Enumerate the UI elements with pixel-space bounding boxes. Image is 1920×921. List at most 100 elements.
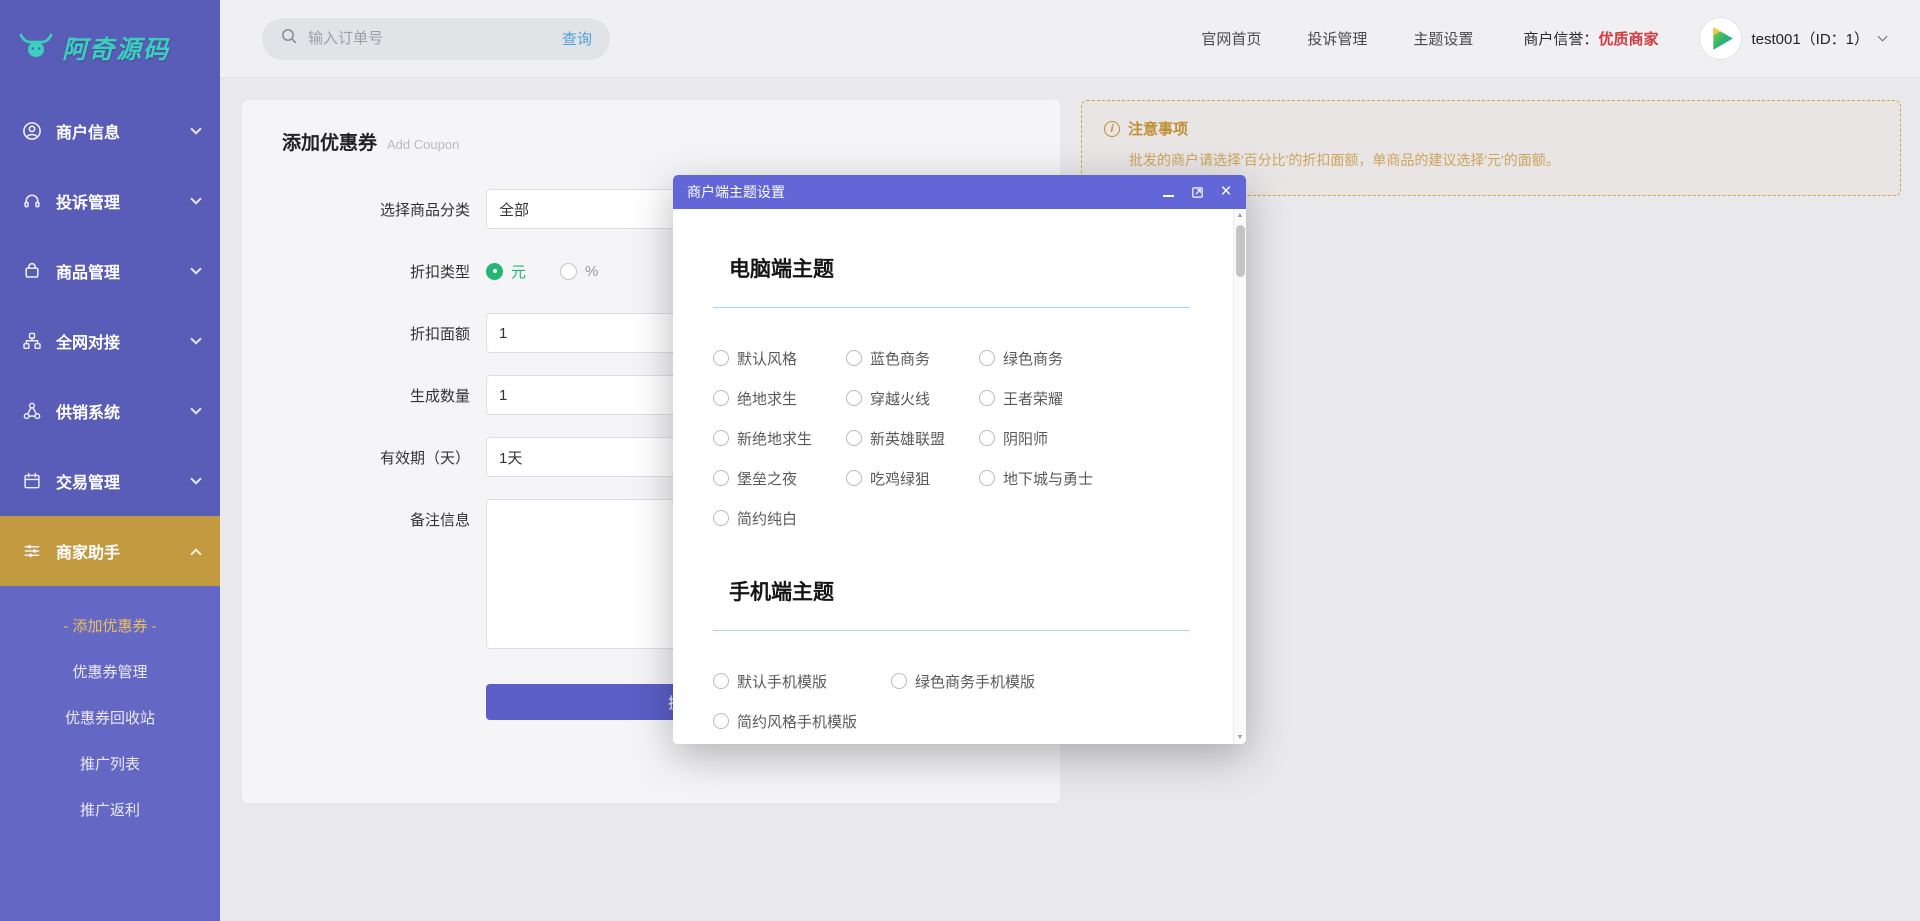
radio-icon <box>979 430 995 446</box>
radio-percent-icon[interactable] <box>560 263 577 280</box>
radio-yuan-icon[interactable] <box>486 263 503 280</box>
sidebar-item-merchant-info[interactable]: 商户信息 <box>0 96 220 166</box>
topnav-complaints-link[interactable]: 投诉管理 <box>1307 28 1367 49</box>
logo-text: 阿奇源码 <box>62 30 170 66</box>
count-label: 生成数量 <box>282 385 486 406</box>
scroll-down-icon[interactable]: ▼ <box>1234 731 1246 744</box>
sidebar-item-complaints[interactable]: 投诉管理 <box>0 166 220 236</box>
theme-radio-option[interactable]: 新绝地求生 <box>713 428 812 448</box>
modal-title: 商户端主题设置 <box>687 182 785 202</box>
modal-body: 电脑端主题 默认风格 蓝色商务 绿色商务 绝地求生 穿越火线 王者荣耀 <box>673 209 1246 744</box>
radio-icon <box>713 713 729 729</box>
topnav-theme-settings-link[interactable]: 主题设置 <box>1413 28 1473 49</box>
theme-radio-label: 简约纯白 <box>737 508 797 529</box>
theme-radio-label: 绝地求生 <box>737 388 797 409</box>
theme-radio-option[interactable]: 新英雄联盟 <box>846 428 945 448</box>
theme-radio-option[interactable]: 绝地求生 <box>713 388 812 408</box>
sidebar-item-network[interactable]: 全网对接 <box>0 306 220 376</box>
sidebar-item-products[interactable]: 商品管理 <box>0 236 220 306</box>
theme-radio-option[interactable]: 绿色商务 <box>979 348 1093 368</box>
bag-icon <box>22 261 42 281</box>
close-icon: × <box>1220 182 1231 201</box>
radio-icon <box>713 510 729 526</box>
submenu-item-coupon-recycle[interactable]: 优惠券回收站 <box>0 696 220 742</box>
bull-logo-icon <box>18 32 54 65</box>
sidebar-item-label: 商家助手 <box>56 539 120 563</box>
theme-radio-label: 堡垒之夜 <box>737 468 797 489</box>
section-divider <box>713 630 1190 631</box>
pc-theme-heading: 电脑端主题 <box>729 253 1190 283</box>
sidebar-item-label: 商户信息 <box>56 119 120 143</box>
modal-scrollbar[interactable]: ▲ ▼ <box>1233 209 1246 744</box>
sidebar: 阿奇源码 商户信息 投诉管理 商品管理 <box>0 0 220 921</box>
theme-radio-label: 默认手机模版 <box>737 671 827 692</box>
reputation-value: 优质商家 <box>1598 31 1658 48</box>
radio-icon <box>713 390 729 406</box>
theme-radio-option[interactable]: 默认手机模版 <box>713 671 857 691</box>
radio-icon <box>846 390 862 406</box>
sidebar-item-supply[interactable]: 供销系统 <box>0 376 220 446</box>
category-selected-value: 全部 <box>499 199 529 220</box>
theme-radio-option[interactable]: 堡垒之夜 <box>713 468 812 488</box>
theme-radio-label: 蓝色商务 <box>870 348 930 369</box>
radio-yuan-label[interactable]: 元 <box>511 261 526 282</box>
radio-icon <box>713 673 729 689</box>
order-search-input[interactable] <box>308 30 552 47</box>
theme-radio-option[interactable]: 简约纯白 <box>713 508 812 528</box>
window-controls: × <box>1160 184 1234 200</box>
radio-icon <box>979 470 995 486</box>
minimize-button[interactable] <box>1160 184 1176 200</box>
theme-radio-option[interactable]: 默认风格 <box>713 348 812 368</box>
discount-type-options: 元 % <box>486 251 598 291</box>
submenu-item-promo-rebate[interactable]: 推广返利 <box>0 788 220 834</box>
chevron-down-icon <box>190 473 201 484</box>
sidebar-item-assistant[interactable]: 商家助手 <box>0 516 220 586</box>
radio-icon <box>846 470 862 486</box>
theme-radio-label: 绿色商务 <box>1003 348 1063 369</box>
remark-label: 备注信息 <box>282 499 486 530</box>
sidebar-item-label: 供销系统 <box>56 399 120 423</box>
username: test001（ID：1） <box>1751 28 1869 49</box>
submenu-item-promo-list[interactable]: 推广列表 <box>0 742 220 788</box>
submenu-item-add-coupon[interactable]: - 添加优惠券 - <box>0 604 220 650</box>
theme-radio-option[interactable]: 绿色商务手机模版 <box>891 671 1035 691</box>
close-button[interactable]: × <box>1218 184 1234 200</box>
sidebar-item-transactions[interactable]: 交易管理 <box>0 446 220 516</box>
modal-header[interactable]: 商户端主题设置 × <box>673 175 1246 209</box>
theme-radio-label: 地下城与勇士 <box>1003 468 1093 489</box>
theme-radio-label: 默认风格 <box>737 348 797 369</box>
radio-icon <box>713 470 729 486</box>
theme-radio-label: 简约风格手机模版 <box>737 711 857 732</box>
theme-radio-label: 王者荣耀 <box>1003 388 1063 409</box>
chevron-down-icon <box>190 333 201 344</box>
theme-radio-label: 绿色商务手机模版 <box>915 671 1035 692</box>
theme-radio-option[interactable]: 蓝色商务 <box>846 348 945 368</box>
maximize-button[interactable] <box>1189 184 1205 200</box>
theme-radio-option[interactable]: 地下城与勇士 <box>979 468 1093 488</box>
theme-radio-option[interactable]: 王者荣耀 <box>979 388 1093 408</box>
minimize-icon <box>1163 195 1174 197</box>
topnav: 官网首页 投诉管理 主题设置 <box>1201 28 1473 49</box>
amount-label: 折扣面额 <box>282 323 486 344</box>
sidebar-top: 阿奇源码 商户信息 投诉管理 商品管理 <box>0 0 220 586</box>
theme-radio-option[interactable]: 穿越火线 <box>846 388 945 408</box>
sidebar-submenu: - 添加优惠券 - 优惠券管理 优惠券回收站 推广列表 推广返利 <box>0 586 220 921</box>
topbar: 查询 官网首页 投诉管理 主题设置 商户信誉：优质商家 test001（ID：1… <box>220 0 1920 78</box>
logo[interactable]: 阿奇源码 <box>0 0 220 96</box>
scroll-up-icon[interactable]: ▲ <box>1234 209 1246 222</box>
radio-percent-label[interactable]: % <box>585 263 598 280</box>
theme-radio-option[interactable]: 阴阳师 <box>979 428 1093 448</box>
headset-icon <box>22 191 42 211</box>
chevron-up-icon <box>190 548 201 559</box>
avatar <box>1700 18 1741 59</box>
radio-icon <box>713 350 729 366</box>
topnav-home-link[interactable]: 官网首页 <box>1201 28 1261 49</box>
scrollbar-thumb[interactable] <box>1236 225 1245 277</box>
submenu-item-coupon-manage[interactable]: 优惠券管理 <box>0 650 220 696</box>
discount-type-label: 折扣类型 <box>282 261 486 282</box>
theme-radio-option[interactable]: 简约风格手机模版 <box>713 711 857 731</box>
search-query-button[interactable]: 查询 <box>562 28 592 49</box>
theme-radio-option[interactable]: 吃鸡绿狙 <box>846 468 945 488</box>
user-menu[interactable]: test001（ID：1） <box>1700 18 1886 59</box>
sidebar-menu: 商户信息 投诉管理 商品管理 全网对接 <box>0 96 220 586</box>
